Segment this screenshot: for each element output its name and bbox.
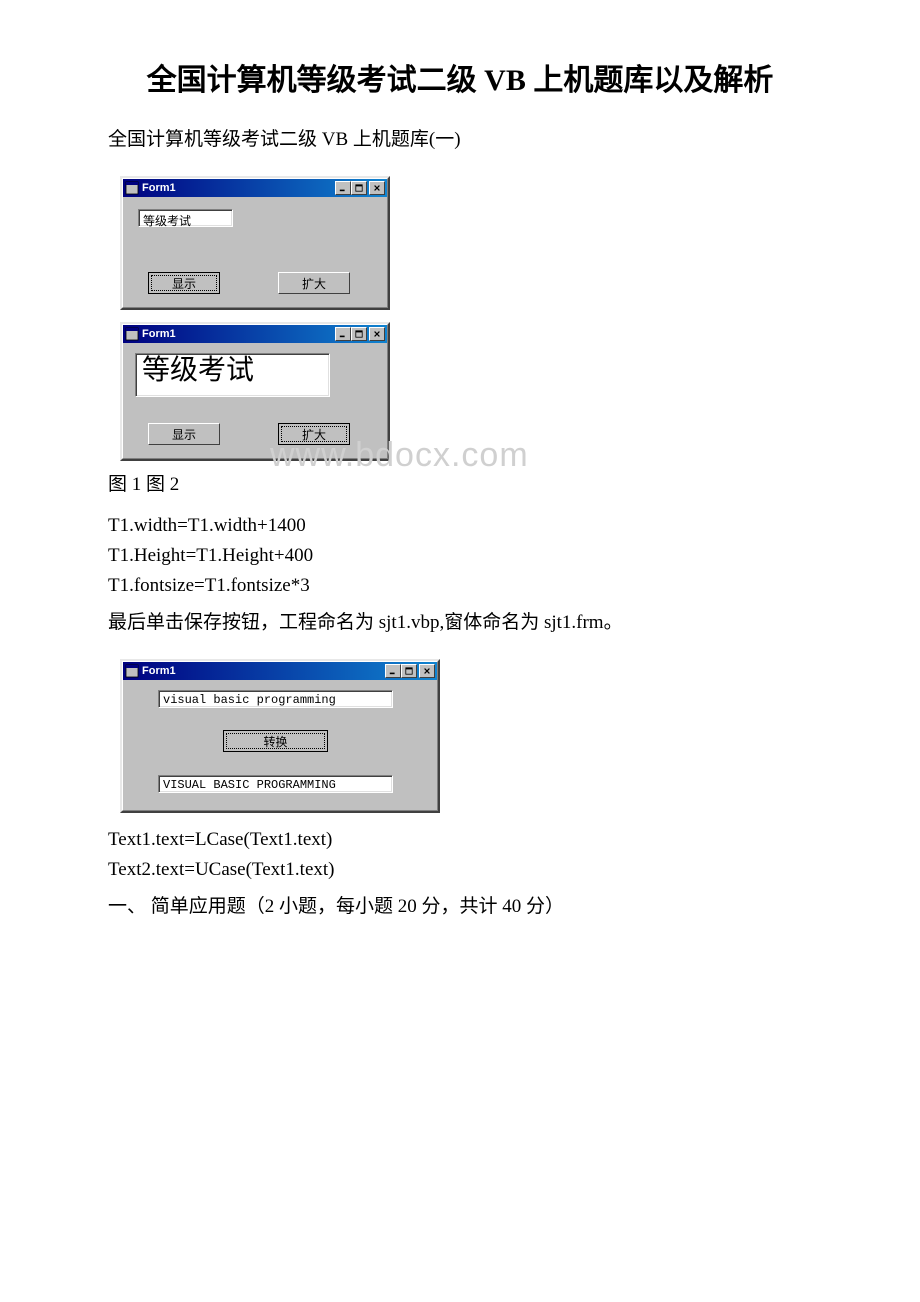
page-title: 全国计算机等级考试二级 VB 上机题库以及解析	[70, 60, 850, 102]
textbox-input[interactable]: visual basic programming	[158, 690, 393, 708]
button-label: 扩大	[302, 426, 326, 443]
close-button[interactable]	[369, 181, 385, 195]
window-title: Form1	[142, 665, 176, 677]
display-button[interactable]: 显示	[148, 423, 220, 445]
minimize-button[interactable]	[335, 181, 351, 195]
minimize-button[interactable]	[385, 664, 401, 678]
form-icon	[125, 327, 139, 341]
enlarge-button[interactable]: 扩大	[278, 272, 350, 294]
button-label: 显示	[172, 426, 196, 443]
window-form1-convert: Form1 visual basic programming 转换 VISUAL…	[120, 659, 440, 813]
textbox-value: VISUAL BASIC PROGRAMMING	[163, 778, 336, 792]
convert-button[interactable]: 转换	[223, 730, 328, 752]
button-label: 转换	[263, 733, 287, 750]
enlarge-button[interactable]: 扩大	[278, 423, 350, 445]
button-label: 显示	[172, 275, 196, 292]
window-title: Form1	[142, 182, 176, 194]
code-line: Text2.text=UCase(Text1.text)	[70, 859, 850, 881]
code-line: Text1.text=LCase(Text1.text)	[70, 829, 850, 851]
window-title: Form1	[142, 328, 176, 340]
code-line: T1.fontsize=T1.fontsize*3	[70, 575, 850, 597]
code-line: T1.width=T1.width+1400	[70, 515, 850, 537]
window-form1-small: Form1 等级考试 显示 扩大	[120, 176, 390, 310]
textbox-value: 等级考试	[143, 214, 191, 228]
section-heading: 一、 简单应用题（2 小题，每小题 20 分，共计 40 分）	[70, 889, 850, 925]
form-icon	[125, 664, 139, 678]
titlebar[interactable]: Form1	[123, 179, 387, 197]
textbox-t1-large[interactable]: 等级考试	[135, 353, 330, 397]
textbox-output[interactable]: VISUAL BASIC PROGRAMMING	[158, 775, 393, 793]
instruction-text: 最后单击保存按钮，工程命名为 sjt1.vbp,窗体命名为 sjt1.frm。	[70, 605, 850, 641]
titlebar[interactable]: Form1	[123, 325, 387, 343]
window-form1-large: Form1 等级考试 显示 扩大	[120, 322, 390, 461]
form-icon	[125, 181, 139, 195]
minimize-button[interactable]	[335, 327, 351, 341]
textbox-t1[interactable]: 等级考试	[138, 209, 233, 227]
figure-caption: 图 1 图 2	[70, 467, 850, 503]
close-button[interactable]	[419, 664, 435, 678]
textbox-value: visual basic programming	[163, 693, 336, 707]
display-button[interactable]: 显示	[148, 272, 220, 294]
close-button[interactable]	[369, 327, 385, 341]
maximize-button[interactable]	[351, 327, 367, 341]
maximize-button[interactable]	[401, 664, 417, 678]
subtitle: 全国计算机等级考试二级 VB 上机题库(一)	[70, 122, 850, 158]
code-line: T1.Height=T1.Height+400	[70, 545, 850, 567]
button-label: 扩大	[302, 275, 326, 292]
titlebar[interactable]: Form1	[123, 662, 437, 680]
textbox-value: 等级考试	[142, 355, 254, 386]
maximize-button[interactable]	[351, 181, 367, 195]
